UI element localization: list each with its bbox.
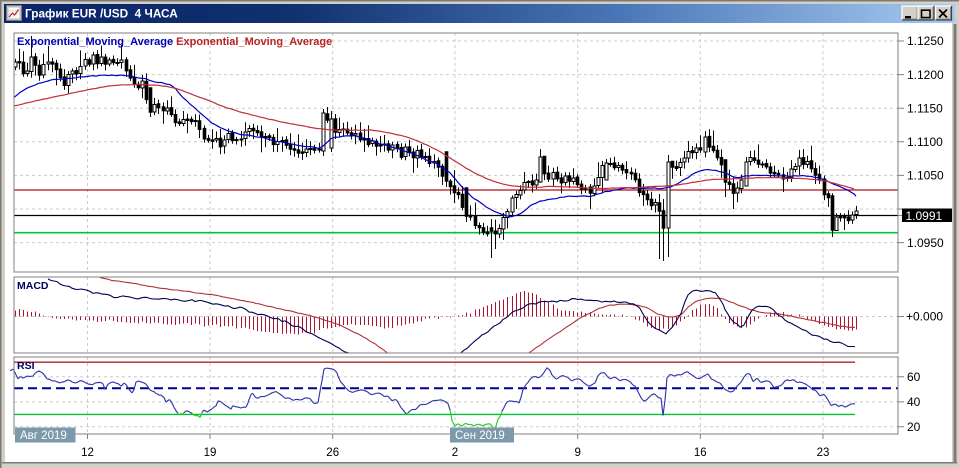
svg-text:1.1150: 1.1150 bbox=[907, 101, 943, 115]
svg-text:20: 20 bbox=[907, 420, 921, 434]
svg-text:1.0950: 1.0950 bbox=[907, 236, 944, 250]
svg-text:1.1200: 1.1200 bbox=[907, 68, 944, 82]
svg-text:1.1100: 1.1100 bbox=[907, 135, 943, 149]
svg-text:1.1050: 1.1050 bbox=[907, 169, 944, 183]
svg-text:График EUR /USD 4 ЧАСА: График EUR /USD 4 ЧАСА bbox=[25, 7, 178, 21]
svg-text:MACD: MACD bbox=[17, 280, 49, 292]
svg-text:60: 60 bbox=[907, 370, 921, 384]
svg-text:9: 9 bbox=[574, 447, 580, 459]
svg-text:16: 16 bbox=[694, 447, 707, 459]
svg-text:RSI: RSI bbox=[17, 360, 35, 372]
svg-text:40: 40 bbox=[907, 395, 921, 409]
svg-text:12: 12 bbox=[81, 447, 94, 459]
svg-text:+0.000: +0.000 bbox=[906, 310, 943, 324]
svg-text:23: 23 bbox=[817, 447, 830, 459]
svg-text:Сен 2019: Сен 2019 bbox=[455, 430, 505, 442]
svg-text:19: 19 bbox=[204, 447, 217, 459]
svg-text:Авг 2019: Авг 2019 bbox=[20, 430, 67, 442]
svg-text:1.1250: 1.1250 bbox=[907, 34, 944, 48]
svg-text:2: 2 bbox=[452, 447, 458, 459]
svg-text:Exponential_Moving_Average Exp: Exponential_Moving_Average Exponential_M… bbox=[17, 36, 332, 48]
svg-text:26: 26 bbox=[326, 447, 339, 459]
svg-text:1.0991: 1.0991 bbox=[906, 209, 943, 223]
